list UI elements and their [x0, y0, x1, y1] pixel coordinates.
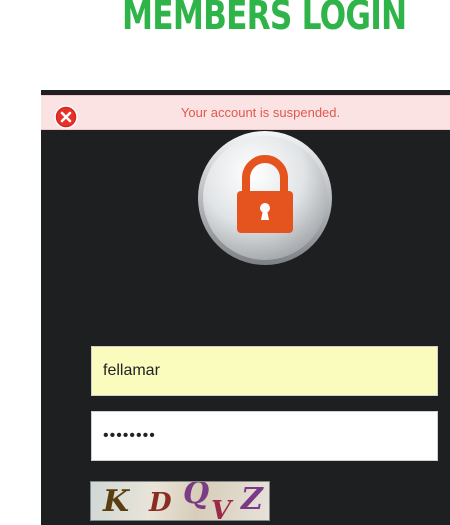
captcha-char: Z	[241, 482, 263, 517]
error-alert: Your account is suspended.	[41, 95, 450, 130]
alert-message: Your account is suspended.	[180, 105, 341, 120]
captcha-char: D	[149, 488, 172, 518]
username-value: fellamar	[103, 362, 160, 379]
username-field[interactable]: fellamar	[91, 346, 438, 396]
password-field[interactable]: ••••••••	[91, 411, 438, 461]
captcha-image: K D Q V Z	[90, 481, 270, 521]
password-value: ••••••••	[103, 427, 156, 444]
login-panel: Your account is suspended. fellamar ••••…	[41, 90, 450, 525]
captcha-char: V	[211, 496, 232, 521]
captcha-char: Q	[183, 481, 210, 511]
captcha-char: K	[103, 484, 130, 519]
lock-icon	[198, 131, 332, 265]
page-title: MEMBERS LOGIN	[122, 0, 407, 39]
